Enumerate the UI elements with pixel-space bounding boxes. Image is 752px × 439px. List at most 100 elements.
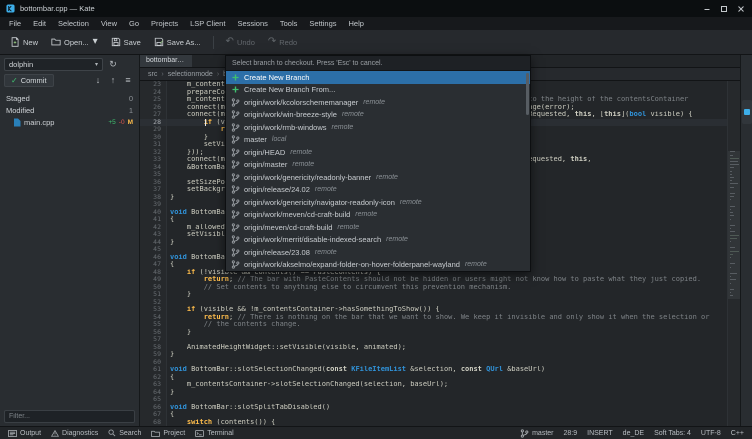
menu-file[interactable]: File [3, 17, 27, 30]
branch-label: origin/HEAD [244, 148, 285, 157]
git-file-main-cpp[interactable]: main.cpp+5-0M [0, 116, 139, 128]
redo-button[interactable]: ↷Redo [263, 34, 302, 50]
text-cursor [205, 119, 206, 127]
branch-option-origin-master[interactable]: origin/masterremote [226, 159, 530, 172]
status-badge: M [128, 119, 133, 126]
code-line-54: 54 return; // There is nothing on the ba… [140, 314, 740, 322]
branch-label: origin/work/win-breeze-style [244, 110, 337, 119]
branch-checkout-popup: Select branch to checkout. Press 'Esc' t… [225, 55, 531, 272]
branch-option-origin-release-23-08[interactable]: origin/release/23.08remote [226, 246, 530, 259]
save-button[interactable]: Save [106, 34, 146, 50]
branch-label: origin/meven/cd-craft-build [244, 223, 332, 232]
right-toolview-button[interactable] [742, 100, 752, 124]
branch-option-origin-work-win-breeze-style[interactable]: origin/work/win-breeze-styleremote [226, 109, 530, 122]
filter-input[interactable] [4, 410, 135, 423]
git-section-count: 1 [129, 106, 133, 115]
git-buttons: ↓↑≡ [91, 74, 135, 87]
branch-option-origin-work-akselmo-expand-folder-on-hover-folderpanel-wayland[interactable]: origin/work/akselmo/expand-folder-on-hov… [226, 259, 530, 272]
code-line-59: 59} [140, 351, 740, 359]
menu-tools[interactable]: Tools [274, 17, 304, 30]
minimap-mark [730, 199, 731, 200]
commit-button[interactable]: ✓ Commit [4, 74, 54, 87]
line-text: m_contentsContainer->slotSelectionChange… [167, 381, 740, 389]
git-branch-icon [231, 198, 240, 207]
minimap-mark [730, 206, 735, 207]
redo-label: Redo [279, 38, 297, 47]
breadcrumb-selectionmode[interactable]: selectionmode [168, 71, 213, 78]
branch-option-origin-meven-cd-craft-build[interactable]: origin/meven/cd-craft-buildremote [226, 221, 530, 234]
new-button[interactable]: New [5, 34, 43, 50]
code-line-65: 65 [140, 396, 740, 404]
project-selector[interactable]: dolphin ▾ [4, 58, 103, 71]
save-as-button[interactable]: Save As... [149, 34, 206, 50]
statusbar-toolview-output[interactable]: Output [3, 427, 46, 439]
statusbar-insert[interactable]: INSERT [582, 427, 618, 439]
branch-option-origin-work-merrit-disable-indexed-search[interactable]: origin/work/merrit/disable-indexed-searc… [226, 234, 530, 247]
open-button[interactable]: Open...▾ [46, 34, 103, 50]
statusbar-toolviews: OutputDiagnosticsSearchProjectTerminal [3, 427, 239, 439]
minimap-mark [730, 279, 736, 280]
git-pull-button[interactable]: ↓ [91, 74, 105, 87]
branch-option-origin-work-genericity-readonly-banner[interactable]: origin/work/genericity/readonly-bannerre… [226, 171, 530, 184]
branch-option-origin-work-meven-cd-craft-build[interactable]: origin/work/meven/cd-craft-buildremote [226, 209, 530, 222]
code-line-66: 66void BottomBar::slotSplitTabDisabled() [140, 404, 740, 412]
statusbar-master[interactable]: master [515, 427, 558, 439]
statusbar-toolview-terminal[interactable]: Terminal [190, 427, 238, 439]
branch-option-origin-work-rmb-windows[interactable]: origin/work/rmb-windowsremote [226, 121, 530, 134]
branch-scope-tag: remote [292, 161, 314, 168]
git-section-staged[interactable]: Staged0 [0, 92, 139, 104]
minimap-mark [730, 235, 739, 236]
minimap-scrollbar[interactable] [727, 81, 740, 426]
branch-option-origin-work-genericity-navigator-readonly-icon[interactable]: origin/work/genericity/navigator-readonl… [226, 196, 530, 209]
statusbar-de-de[interactable]: de_DE [618, 427, 649, 439]
branch-option-create-new-branch-from[interactable]: Create New Branch From... [226, 84, 530, 97]
line-text: } [167, 351, 740, 359]
minimap-mark [730, 167, 734, 168]
statusbar-utf-8[interactable]: UTF-8 [696, 427, 726, 439]
minimize-icon [703, 5, 711, 13]
tab-bottombar-cpp[interactable]: bottombar.cpp [140, 55, 192, 67]
menu-edit[interactable]: Edit [27, 17, 52, 30]
branch-option-origin-work-kcolorschememanager[interactable]: origin/work/kcolorschememanagerremote [226, 96, 530, 109]
menu-settings[interactable]: Settings [303, 17, 342, 30]
breadcrumb-src[interactable]: src [148, 71, 157, 78]
statusbar-soft-tabs-4[interactable]: Soft Tabs: 4 [649, 427, 696, 439]
branch-option-origin-release-24-02[interactable]: origin/release/24.02remote [226, 184, 530, 197]
statusbar-toolview-project[interactable]: Project [146, 427, 190, 439]
additions-badge: +5 [108, 119, 115, 126]
statusbar-toolview-search[interactable]: Search [103, 427, 146, 439]
git-push-button[interactable]: ↑ [106, 74, 120, 87]
statusbar-28-9[interactable]: 28:9 [559, 427, 583, 439]
branch-scope-tag: remote [363, 99, 385, 106]
git-branch-icon [231, 135, 240, 144]
minimize-button[interactable] [698, 1, 715, 16]
branch-option-origin-head[interactable]: origin/HEADremote [226, 146, 530, 159]
code-line-58: 58 AnimatedHeightWidget::setVisible(visi… [140, 344, 740, 352]
statusbar-c[interactable]: C++ [726, 427, 749, 439]
undo-button[interactable]: ↶Undo [221, 34, 260, 50]
undo-label: Undo [237, 38, 255, 47]
statusbar-toolview-diagnostics[interactable]: Diagnostics [46, 427, 103, 439]
branch-scope-tag: remote [315, 249, 337, 256]
branch-scope-tag: remote [332, 124, 354, 131]
new-document-icon [10, 37, 20, 47]
project-refresh-button[interactable]: ↻ [106, 58, 120, 71]
minimap-mark [730, 257, 731, 258]
menu-go[interactable]: Go [123, 17, 145, 30]
minimap-mark [730, 289, 734, 290]
git-section-modified[interactable]: Modified1 [0, 104, 139, 116]
menu-projects[interactable]: Projects [145, 17, 184, 30]
menu-sessions[interactable]: Sessions [231, 17, 273, 30]
menu-view[interactable]: View [95, 17, 123, 30]
git-menu-button[interactable]: ≡ [121, 74, 135, 87]
branch-option-master[interactable]: masterlocal [226, 134, 530, 147]
menu-selection[interactable]: Selection [52, 17, 95, 30]
maximize-button[interactable] [715, 1, 732, 16]
close-button[interactable] [732, 1, 749, 16]
line-text [167, 359, 740, 367]
branch-option-create-new-branch[interactable]: Create New Branch [226, 71, 530, 84]
menu-lsp-client[interactable]: LSP Client [184, 17, 231, 30]
line-text: } [167, 291, 740, 299]
popup-scrollbar-thumb[interactable] [526, 73, 529, 115]
menu-help[interactable]: Help [343, 17, 370, 30]
